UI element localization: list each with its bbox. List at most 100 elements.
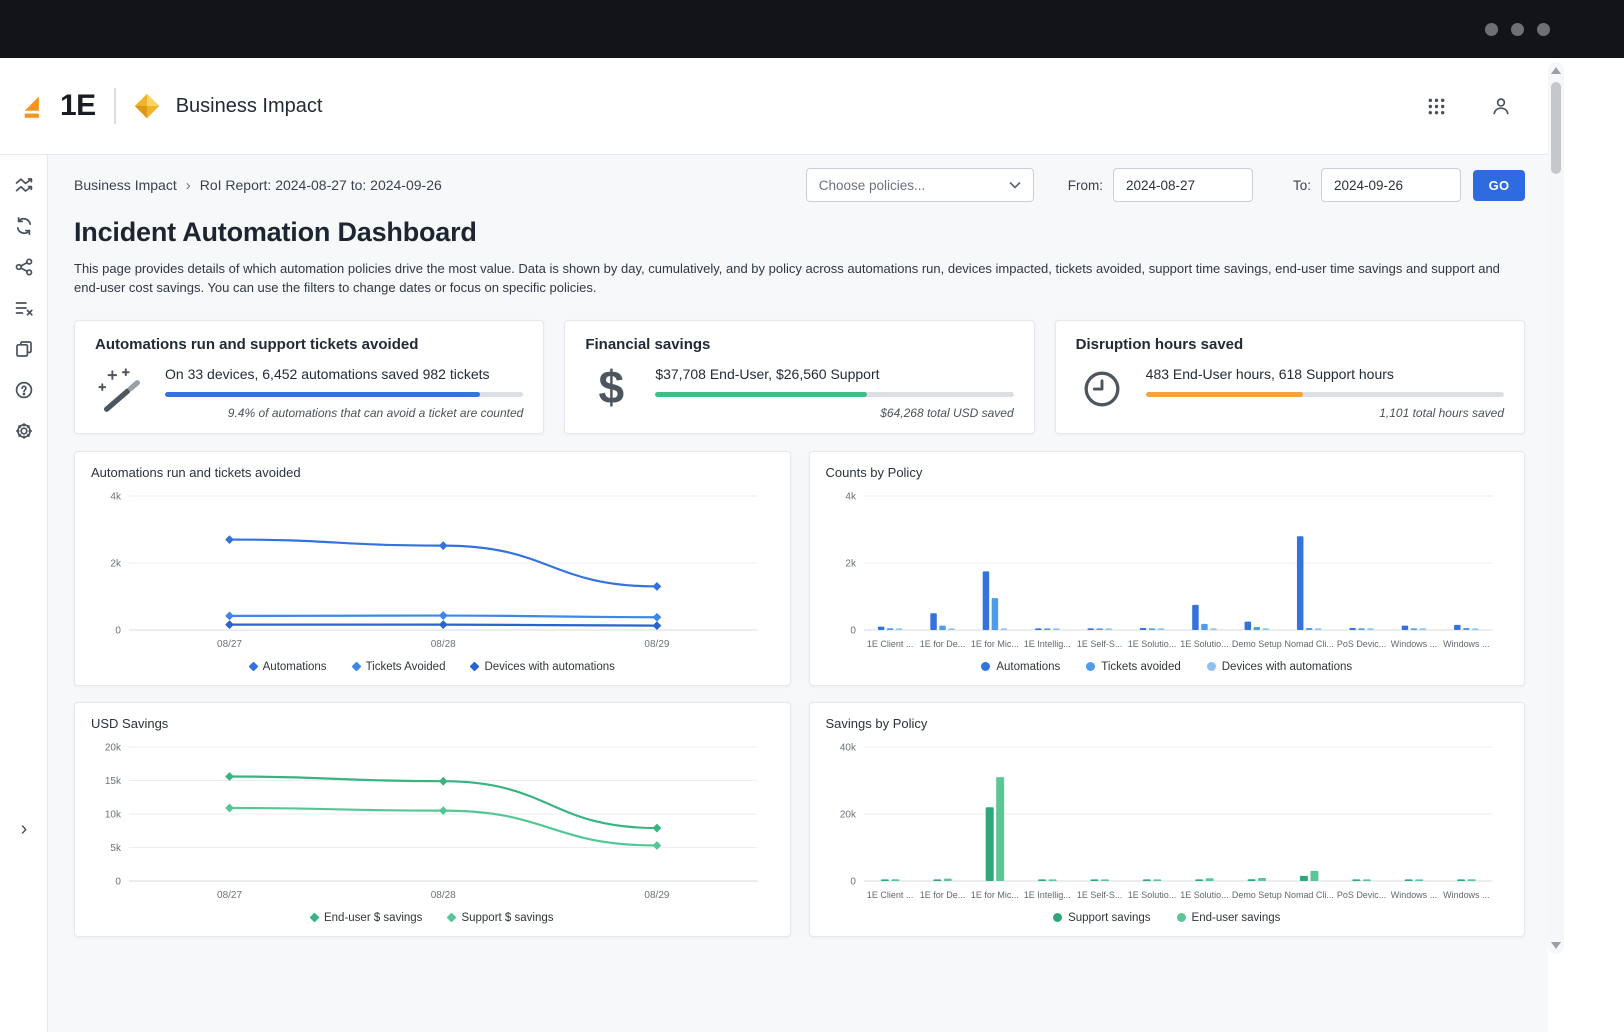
bar[interactable] [1053, 628, 1059, 630]
bar[interactable] [1244, 621, 1250, 629]
data-point[interactable] [225, 611, 234, 620]
legend-item[interactable]: Automations [250, 661, 327, 673]
data-point[interactable] [439, 620, 448, 629]
data-point[interactable] [225, 535, 234, 544]
bar[interactable] [1087, 628, 1093, 630]
policies-select[interactable]: Choose policies... [806, 168, 1034, 202]
bar[interactable] [877, 626, 883, 629]
bar[interactable] [880, 879, 888, 881]
bar[interactable] [1195, 879, 1203, 881]
data-point[interactable] [653, 613, 662, 622]
checklist-icon[interactable] [7, 291, 41, 325]
data-point[interactable] [653, 823, 662, 832]
settings-icon[interactable] [7, 414, 41, 448]
data-point[interactable] [653, 841, 662, 850]
scrollbar-track[interactable] [1548, 78, 1564, 938]
bar[interactable] [1401, 625, 1407, 629]
legend-item[interactable]: Devices with automations [471, 661, 614, 673]
bar[interactable] [1419, 628, 1425, 630]
data-point[interactable] [653, 621, 662, 630]
bar[interactable] [1210, 628, 1216, 630]
legend-item[interactable]: Devices with automations [1207, 661, 1352, 673]
legend-item[interactable]: Support $ savings [448, 912, 553, 924]
go-button[interactable]: GO [1473, 170, 1525, 201]
pages-icon[interactable] [7, 332, 41, 366]
bar[interactable] [886, 628, 892, 630]
bar[interactable] [1142, 879, 1150, 881]
bar[interactable] [1139, 628, 1145, 630]
bar[interactable] [1258, 878, 1266, 881]
bar[interactable] [1314, 628, 1320, 630]
expand-sidebar-chevron[interactable]: › [0, 819, 48, 839]
bar[interactable] [943, 878, 951, 880]
legend-item[interactable]: Tickets avoided [1086, 661, 1180, 673]
bar[interactable] [1415, 879, 1423, 881]
bar[interactable] [1349, 628, 1355, 630]
bar[interactable] [1467, 879, 1475, 881]
bar[interactable] [1299, 876, 1307, 881]
bar[interactable] [1472, 628, 1478, 630]
help-icon[interactable] [7, 373, 41, 407]
bar[interactable] [1463, 628, 1469, 630]
bar[interactable] [948, 628, 954, 630]
data-point[interactable] [439, 777, 448, 786]
bar[interactable] [1044, 628, 1050, 630]
bar[interactable] [1310, 871, 1318, 881]
legend-item[interactable]: Tickets Avoided [353, 661, 446, 673]
scroll-up-arrow[interactable] [1551, 67, 1561, 74]
legend-item[interactable]: Support savings [1053, 912, 1150, 924]
bar[interactable] [1296, 536, 1302, 630]
breadcrumb-business-impact[interactable]: Business Impact [74, 177, 177, 193]
bar[interactable] [1090, 879, 1098, 881]
bar[interactable] [939, 625, 945, 629]
bar[interactable] [930, 613, 936, 630]
sync-icon[interactable] [7, 209, 41, 243]
network-icon[interactable] [7, 250, 41, 284]
bar[interactable] [1247, 879, 1255, 881]
bar[interactable] [895, 628, 901, 630]
bar[interactable] [1367, 628, 1373, 630]
bar[interactable] [982, 571, 988, 630]
scroll-down-arrow[interactable] [1551, 942, 1561, 949]
bar[interactable] [1262, 628, 1268, 630]
bar[interactable] [1157, 628, 1163, 630]
bar[interactable] [1358, 628, 1364, 630]
bar[interactable] [1410, 628, 1416, 630]
data-point[interactable] [439, 541, 448, 550]
bar[interactable] [1048, 879, 1056, 881]
bar[interactable] [1192, 605, 1198, 630]
bar[interactable] [1305, 628, 1311, 630]
scrollbar-thumb[interactable] [1551, 82, 1561, 174]
trends-icon[interactable] [7, 168, 41, 202]
bar[interactable] [1352, 879, 1360, 881]
apps-grid-icon[interactable] [1423, 93, 1450, 120]
legend-item[interactable]: Automations [981, 661, 1060, 673]
from-date-input[interactable] [1113, 168, 1253, 202]
bar[interactable] [1457, 879, 1465, 881]
bar[interactable] [1205, 878, 1213, 881]
bar[interactable] [985, 807, 993, 881]
to-date-input[interactable] [1321, 168, 1461, 202]
bar[interactable] [1253, 627, 1259, 630]
bar[interactable] [1038, 879, 1046, 881]
bar[interactable] [1404, 879, 1412, 881]
bar[interactable] [1153, 879, 1161, 881]
bar[interactable] [1096, 628, 1102, 630]
bar[interactable] [1035, 628, 1041, 630]
scrollbar[interactable] [1548, 62, 1564, 954]
user-icon[interactable] [1486, 91, 1516, 121]
bar[interactable] [1105, 628, 1111, 630]
bar[interactable] [991, 598, 997, 630]
bar[interactable] [1000, 628, 1006, 630]
bar[interactable] [996, 777, 1004, 881]
data-point[interactable] [225, 803, 234, 812]
legend-item[interactable]: End-user savings [1177, 912, 1281, 924]
bar[interactable] [1362, 879, 1370, 881]
bar[interactable] [891, 879, 899, 881]
bar[interactable] [933, 879, 941, 881]
data-point[interactable] [225, 772, 234, 781]
bar[interactable] [1100, 879, 1108, 881]
legend-item[interactable]: End-user $ savings [311, 912, 422, 924]
data-point[interactable] [439, 611, 448, 620]
data-point[interactable] [225, 620, 234, 629]
